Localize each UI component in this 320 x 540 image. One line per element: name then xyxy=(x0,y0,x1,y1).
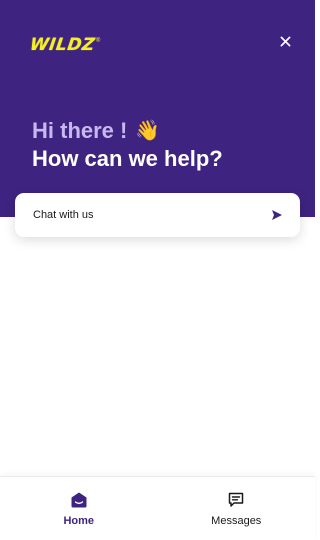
nav-item-messages[interactable]: Messages xyxy=(158,477,316,540)
waving-hand-icon: 👋 xyxy=(135,120,161,142)
chat-with-us-label: Chat with us xyxy=(33,209,94,221)
messages-icon xyxy=(227,491,245,509)
logo-text: WILDZ xyxy=(28,35,97,55)
page-title: How can we help? xyxy=(32,146,223,171)
brand-logo: WILDZ ® xyxy=(28,31,101,59)
close-icon xyxy=(280,36,290,46)
nav-label-home: Home xyxy=(63,515,95,527)
home-icon xyxy=(70,491,88,509)
nav-item-home[interactable]: Home xyxy=(0,477,158,540)
nav-label-messages: Messages xyxy=(211,515,262,527)
chat-with-us-button[interactable]: Chat with us xyxy=(15,193,300,237)
header: WILDZ ® Hi there ! 👋 How can we help? xyxy=(0,0,315,217)
greeting-text: Hi there ! xyxy=(32,118,128,143)
chat-widget: WILDZ ® Hi there ! 👋 How can we help? Ch… xyxy=(0,0,315,540)
logo-registered-mark: ® xyxy=(95,38,101,44)
send-icon xyxy=(271,209,283,221)
close-button[interactable] xyxy=(276,32,294,50)
bottom-nav: Home Messages xyxy=(0,476,315,540)
greeting: Hi there ! 👋 xyxy=(32,118,160,144)
